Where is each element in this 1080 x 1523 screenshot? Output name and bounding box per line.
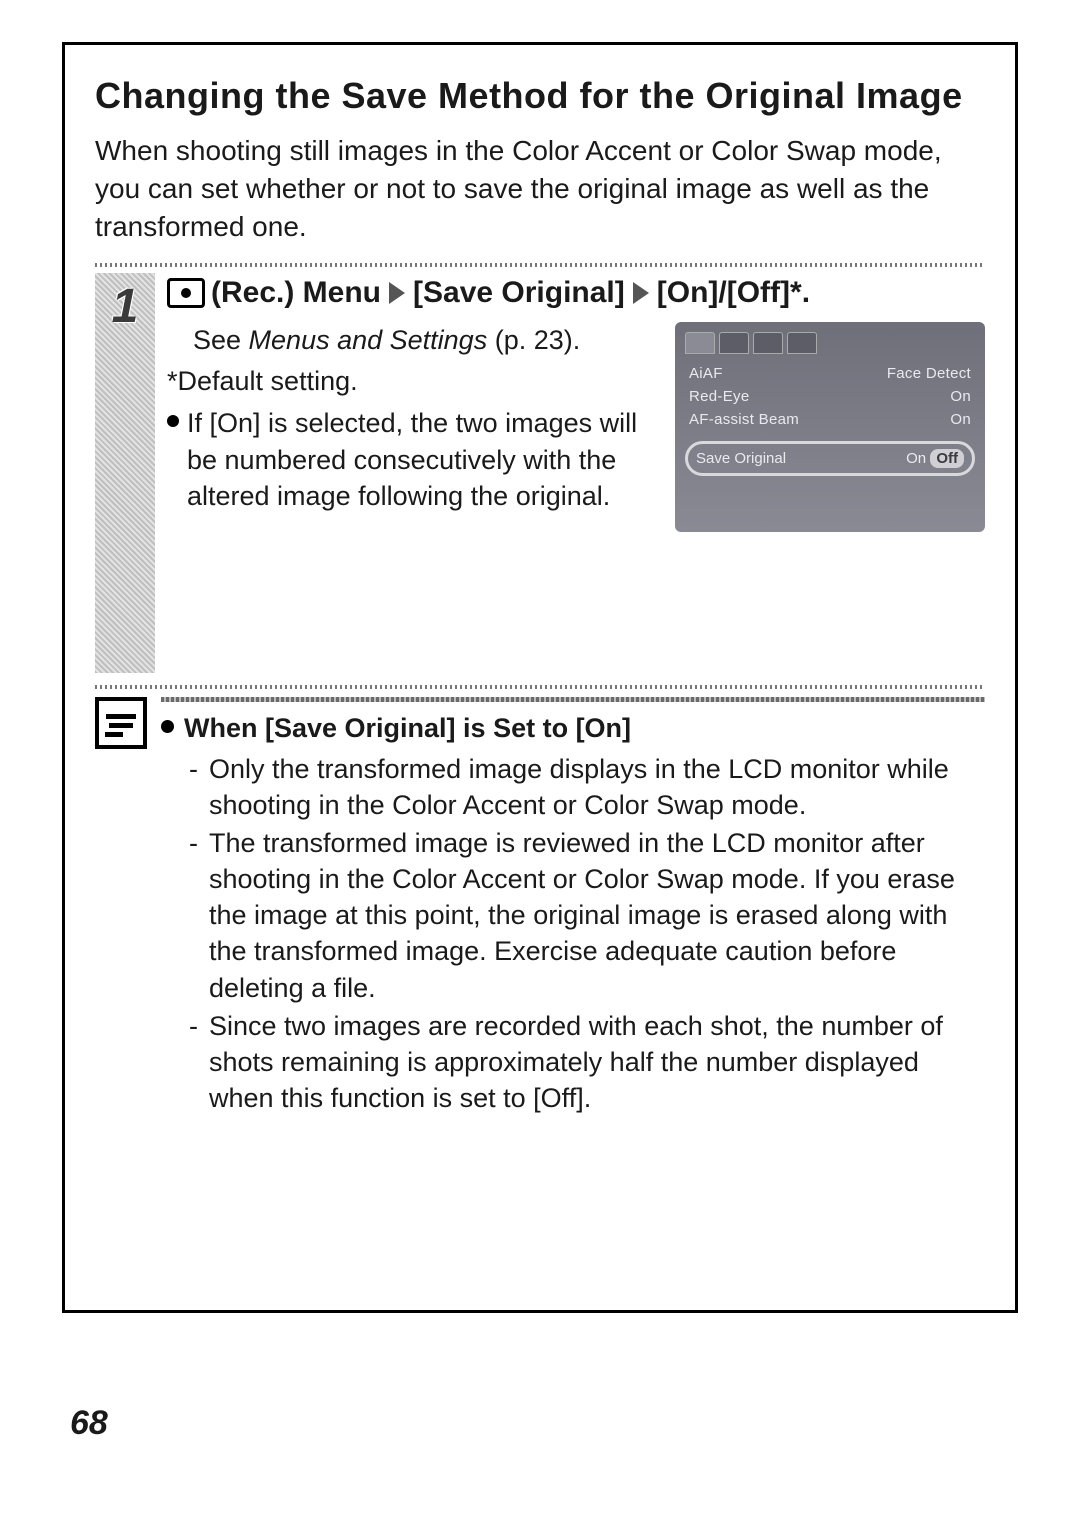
camera-rec-icon (167, 278, 205, 308)
step-heading-part2: [Save Original] (413, 273, 625, 312)
step-1: 1 (Rec.) Menu [Save Original] [On]/[Off]… (95, 273, 985, 673)
step-number-badge: 1 (95, 273, 155, 673)
bullet-icon (167, 415, 179, 427)
see-reference: See Menus and Settings (p. 23). (193, 322, 661, 358)
menu-tabs (685, 332, 975, 354)
note-body: When [Save Original] is Set to [On] Only… (161, 697, 985, 1118)
see-suffix: (p. 23). (487, 325, 580, 355)
menu-row: Red-Eye On (685, 385, 975, 408)
menu-tab (685, 332, 715, 354)
menu-tab (719, 332, 749, 354)
menu-label: Red-Eye (689, 388, 749, 405)
note-heading-text: When [Save Original] is Set to [On] (184, 710, 631, 746)
option-on: On (906, 450, 926, 467)
step-bullet-text: If [On] is selected, the two images will… (187, 405, 661, 514)
note-item: Since two images are recorded with each … (189, 1008, 985, 1117)
menu-label: AF-assist Beam (689, 411, 799, 428)
triangle-right-icon (389, 282, 405, 304)
see-italic: Menus and Settings (249, 325, 488, 355)
bullet-icon (161, 720, 174, 733)
menu-value: On (950, 411, 971, 428)
menu-row: AF-assist Beam On (685, 408, 975, 431)
default-note: *Default setting. (167, 363, 661, 399)
step-text: See Menus and Settings (p. 23). *Default… (167, 322, 661, 532)
step-heading: (Rec.) Menu [Save Original] [On]/[Off]*. (167, 273, 985, 312)
page-number: 68 (70, 1404, 108, 1443)
step-content: See Menus and Settings (p. 23). *Default… (167, 322, 985, 532)
see-prefix: See (193, 325, 249, 355)
intro-text: When shooting still images in the Color … (95, 132, 985, 245)
note-divider (161, 697, 985, 702)
menu-value-group: On Off (906, 450, 964, 467)
triangle-right-icon (633, 282, 649, 304)
note-item: The transformed image is reviewed in the… (189, 825, 985, 1006)
menu-row: AiAF Face Detect (685, 362, 975, 385)
divider (95, 263, 985, 267)
step-body: (Rec.) Menu [Save Original] [On]/[Off]*.… (167, 273, 985, 532)
menu-label: Save Original (696, 450, 786, 467)
step-heading-part3: [On]/[Off]*. (657, 273, 810, 312)
menu-tab (787, 332, 817, 354)
camera-menu-screenshot: AiAF Face Detect Red-Eye On AF-assist Be… (675, 322, 985, 532)
menu-row-highlight: Save Original On Off (685, 441, 975, 476)
note-item: Only the transformed image displays in t… (189, 751, 985, 823)
note-icon (95, 697, 147, 749)
step-heading-part1: (Rec.) Menu (211, 273, 381, 312)
menu-value: On (950, 388, 971, 405)
menu-value: Face Detect (887, 365, 971, 382)
menu-tab (753, 332, 783, 354)
note-list: Only the transformed image displays in t… (161, 751, 985, 1117)
step-number: 1 (112, 279, 139, 334)
note-block: When [Save Original] is Set to [On] Only… (95, 697, 985, 1118)
menu-label: AiAF (689, 365, 723, 382)
page-title: Changing the Save Method for the Origina… (95, 73, 985, 118)
note-heading: When [Save Original] is Set to [On] (161, 710, 985, 746)
page-frame: Changing the Save Method for the Origina… (62, 42, 1018, 1313)
divider (95, 685, 985, 689)
option-off: Off (930, 449, 964, 468)
step-bullet: If [On] is selected, the two images will… (167, 405, 661, 514)
